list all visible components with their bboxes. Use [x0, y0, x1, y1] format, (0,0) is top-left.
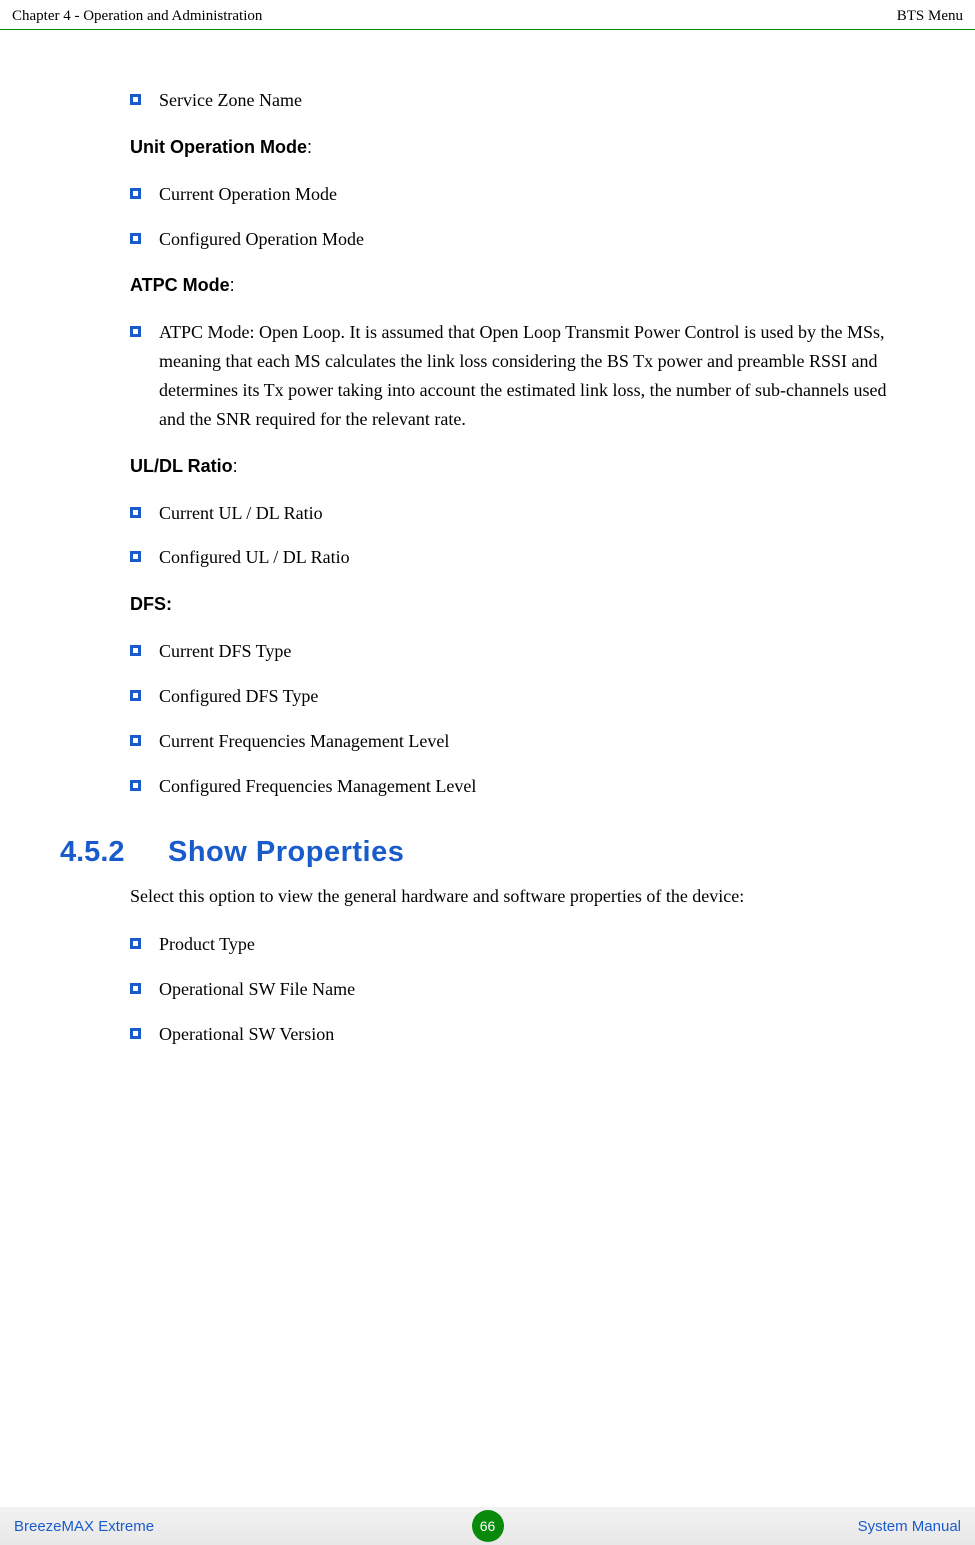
bullet-text: Current Frequencies Management Level: [159, 727, 915, 756]
list-item: Configured UL / DL Ratio: [130, 543, 915, 572]
section-label-uldl-ratio: UL/DL Ratio:: [130, 456, 915, 477]
bullet-icon: [130, 735, 141, 746]
bullet-icon: [130, 188, 141, 199]
paragraph: Select this option to view the general h…: [130, 881, 915, 912]
header-left: Chapter 4 - Operation and Administration: [12, 8, 262, 25]
bullet-icon: [130, 690, 141, 701]
bullet-icon: [130, 983, 141, 994]
bullet-text: ATPC Mode: Open Loop. It is assumed that…: [159, 318, 915, 433]
bullet-icon: [130, 1028, 141, 1039]
section-label-unit-op-mode: Unit Operation Mode:: [130, 137, 915, 158]
page-content: Service Zone Name Unit Operation Mode: C…: [0, 30, 975, 1507]
section-heading: 4.5.2 Show Properties: [60, 836, 915, 869]
list-item: Operational SW Version: [130, 1020, 915, 1049]
bullet-icon: [130, 780, 141, 791]
bullet-text: Configured DFS Type: [159, 682, 915, 711]
bullet-icon: [130, 645, 141, 656]
footer-left: BreezeMAX Extreme: [14, 1518, 154, 1535]
list-item: Configured DFS Type: [130, 682, 915, 711]
page-number-badge: 66: [472, 1510, 504, 1542]
page-footer: BreezeMAX Extreme 66 System Manual: [0, 1507, 975, 1545]
heading-title: Show Properties: [168, 836, 404, 869]
list-item: Current UL / DL Ratio: [130, 499, 915, 528]
bullet-text: Configured UL / DL Ratio: [159, 543, 915, 572]
list-item: Operational SW File Name: [130, 975, 915, 1004]
bullet-icon: [130, 551, 141, 562]
list-item: Current Operation Mode: [130, 180, 915, 209]
list-item: ATPC Mode: Open Loop. It is assumed that…: [130, 318, 915, 433]
bullet-icon: [130, 507, 141, 518]
bullet-text: Current DFS Type: [159, 637, 915, 666]
bullet-text: Product Type: [159, 930, 915, 959]
header-right: BTS Menu: [897, 8, 963, 25]
heading-number: 4.5.2: [60, 836, 168, 869]
list-item: Product Type: [130, 930, 915, 959]
bullet-icon: [130, 94, 141, 105]
section-label-dfs: DFS:: [130, 594, 915, 615]
list-item: Current Frequencies Management Level: [130, 727, 915, 756]
bullet-icon: [130, 938, 141, 949]
list-item: Service Zone Name: [130, 86, 915, 115]
bullet-text: Configured Operation Mode: [159, 225, 915, 254]
list-item: Configured Frequencies Management Level: [130, 772, 915, 801]
list-item: Configured Operation Mode: [130, 225, 915, 254]
bullet-icon: [130, 326, 141, 337]
footer-right: System Manual: [858, 1518, 961, 1535]
section-label-atpc-mode: ATPC Mode:: [130, 275, 915, 296]
bullet-icon: [130, 233, 141, 244]
bullet-text: Service Zone Name: [159, 86, 915, 115]
bullet-text: Configured Frequencies Management Level: [159, 772, 915, 801]
page-header: Chapter 4 - Operation and Administration…: [0, 0, 975, 30]
list-item: Current DFS Type: [130, 637, 915, 666]
bullet-text: Operational SW Version: [159, 1020, 915, 1049]
bullet-text: Current UL / DL Ratio: [159, 499, 915, 528]
bullet-text: Operational SW File Name: [159, 975, 915, 1004]
bullet-text: Current Operation Mode: [159, 180, 915, 209]
